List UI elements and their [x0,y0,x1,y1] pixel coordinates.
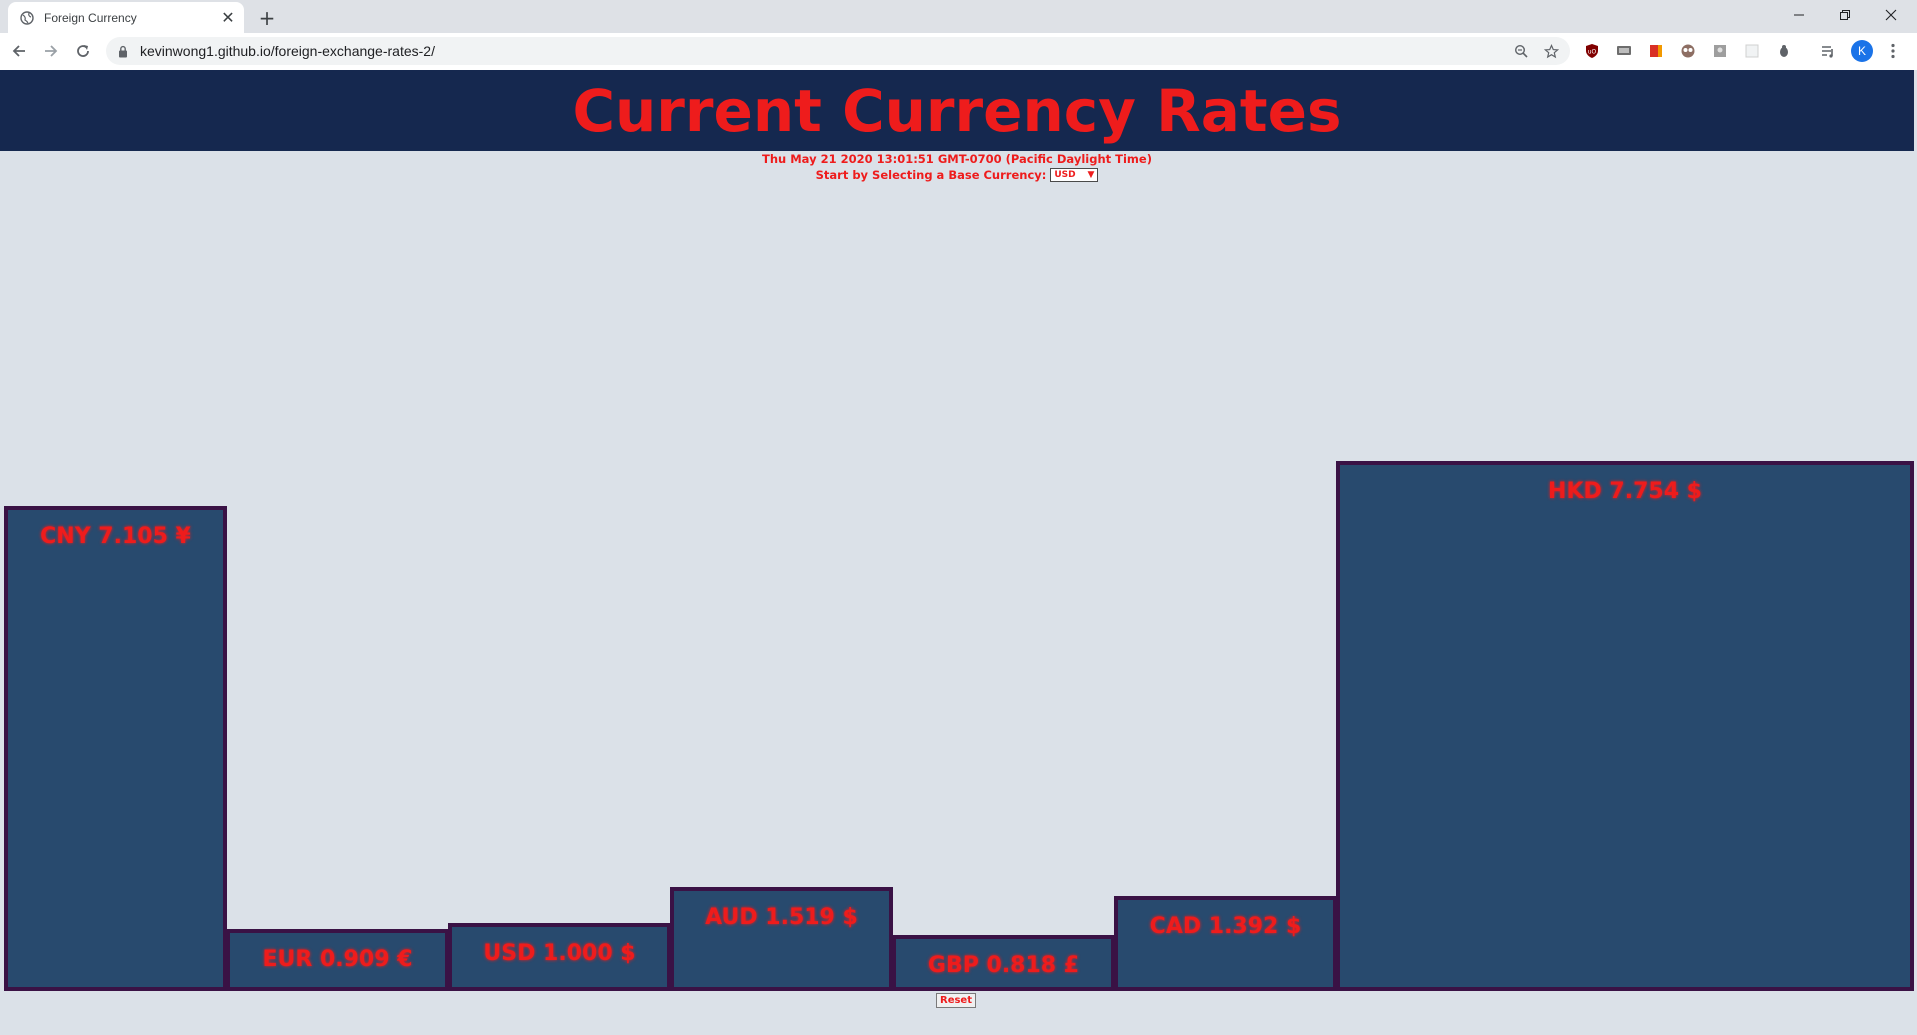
blank-extension-icon[interactable] [1742,41,1762,61]
new-tab-button[interactable]: + [254,5,280,31]
photo-extension-icon[interactable] [1710,41,1730,61]
tab-title: Foreign Currency [44,10,137,25]
ublock-extension-icon[interactable]: uO [1582,41,1602,61]
bar-hkd[interactable]: HKD 7.754 $ [1336,461,1914,991]
back-arrow-icon[interactable] [6,38,32,64]
bar-eur[interactable]: EUR 0.909 € [226,929,449,991]
bar-label-aud: AUD 1.519 $ [705,905,858,930]
bookmark-star-icon[interactable] [1540,40,1562,62]
browser-tab[interactable]: Foreign Currency ✕ [8,2,244,33]
url-text: kevinwong1.github.io/foreign-exchange-ra… [140,43,435,59]
bar-aud[interactable]: AUD 1.519 $ [670,887,893,991]
bar-label-cad: CAD 1.392 $ [1149,914,1302,939]
minimize-icon[interactable] [1776,0,1822,30]
bar-label-usd: USD 1.000 $ [483,941,636,966]
currency-bar-chart: CNY 7.105 ¥ EUR 0.909 € USD 1.000 $ AUD 1.5… [4,70,1914,994]
bar-usd[interactable]: USD 1.000 $ [448,923,671,991]
bar-label-cny: CNY 7.105 ¥ [40,524,191,549]
tab-strip: Foreign Currency ✕ + [0,0,1917,33]
bug-extension-icon[interactable] [1774,41,1794,61]
bar-label-gbp: GBP 0.818 £ [927,953,1080,978]
screen-extension-icon[interactable] [1614,41,1634,61]
lock-icon [118,44,130,58]
bar-label-hkd: HKD 7.754 $ [1548,479,1702,504]
bar-cny[interactable]: CNY 7.105 ¥ [4,506,227,991]
kebab-menu-icon[interactable] [1882,40,1904,62]
bar-gbp[interactable]: GBP 0.818 £ [892,935,1115,991]
svg-text:uO: uO [1588,49,1597,56]
media-queue-icon[interactable] [1818,41,1838,61]
window-close-icon[interactable] [1868,0,1914,30]
reload-icon[interactable] [70,38,96,64]
profile-avatar[interactable]: K [1851,40,1873,62]
forward-arrow-icon[interactable] [38,38,64,64]
browser-toolbar: kevinwong1.github.io/foreign-exchange-ra… [0,33,1917,70]
globe-icon [20,10,34,25]
bar-cad[interactable]: CAD 1.392 $ [1114,896,1337,991]
browser-chrome: Foreign Currency ✕ + kevinwong1.github.i [0,0,1917,70]
red-book-extension-icon[interactable] [1646,41,1666,61]
page-content: Current Currency Rates Thu May 21 2020 1… [0,70,1917,1035]
close-icon[interactable]: ✕ [218,8,238,28]
reset-button[interactable]: Reset [936,993,976,1008]
address-bar[interactable]: kevinwong1.github.io/foreign-exchange-ra… [106,37,1570,65]
zoom-icon[interactable] [1510,40,1532,62]
restore-icon[interactable] [1822,0,1868,30]
owl-extension-icon[interactable] [1678,41,1698,61]
bar-label-eur: EUR 0.909 € [262,947,413,972]
